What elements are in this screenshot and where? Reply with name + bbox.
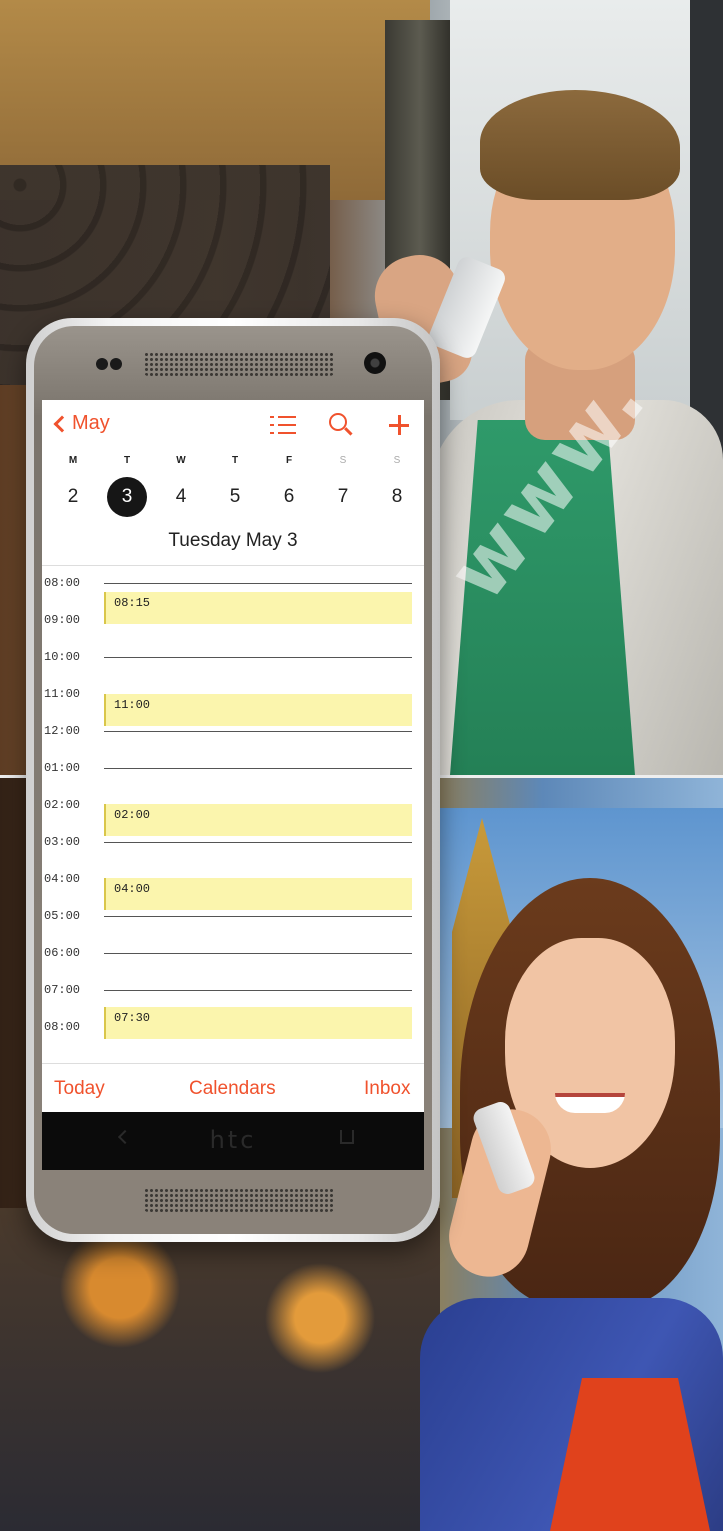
event-block[interactable]: 08:15 [104,592,412,624]
event-block[interactable]: 04:00 [104,878,412,910]
plus-icon[interactable] [384,410,414,440]
header-divider [42,565,424,566]
day-thursday[interactable]: T 5 [212,455,258,517]
phone-device: May M 2 T 3 W 4 T 5 F 6 S 7 S 8 Tuesday … [26,318,440,1242]
tab-today[interactable]: Today [54,1078,105,1100]
back-label: May [72,412,110,434]
event-block[interactable]: 11:00 [104,694,412,726]
brand-logo: htc [209,1126,257,1154]
back-button[interactable]: May [52,412,110,435]
sensor-dot [96,358,108,370]
woman-on-phone [420,878,723,1531]
sensor-dot [110,358,122,370]
day-timeline[interactable]: 08:00 09:00 10:00 11:00 12:00 01:00 02:0… [42,576,424,1056]
day-monday[interactable]: M 2 [50,455,96,517]
hour-row: 07:00 [42,983,424,1003]
week-strip: M 2 T 3 W 4 T 5 F 6 S 7 S 8 [42,455,424,525]
calendar-screen: May M 2 T 3 W 4 T 5 F 6 S 7 S 8 Tuesday … [42,400,424,1112]
hour-row: 05:00 [42,909,424,929]
nav-bar: May [42,400,424,450]
search-icon[interactable] [326,410,356,440]
selected-date-title: Tuesday May 3 [168,530,298,551]
hour-row: 01:00 [42,761,424,781]
earpiece-speaker [144,352,334,376]
hour-row: 03:00 [42,835,424,855]
bottom-speaker [144,1188,334,1212]
front-camera [364,352,386,374]
day-wednesday[interactable]: W 4 [158,455,204,517]
day-friday[interactable]: F 6 [266,455,312,517]
bottom-tab-bar: Today Calendars Inbox [42,1063,424,1112]
tab-calendars[interactable]: Calendars [189,1078,276,1100]
chevron-left-icon [53,415,71,432]
tab-inbox[interactable]: Inbox [364,1078,410,1100]
day-sunday[interactable]: S 8 [374,455,420,517]
hour-row: 06:00 [42,946,424,966]
event-block[interactable]: 07:30 [104,1007,412,1039]
hour-row: 12:00 [42,724,424,744]
hour-row: 10:00 [42,650,424,670]
android-nav-bar: htc [42,1112,424,1170]
day-saturday[interactable]: S 7 [320,455,366,517]
list-icon[interactable] [268,410,298,440]
day-tuesday[interactable]: T 3 [104,455,150,517]
home-icon[interactable] [340,1130,354,1144]
event-block[interactable]: 02:00 [104,804,412,836]
